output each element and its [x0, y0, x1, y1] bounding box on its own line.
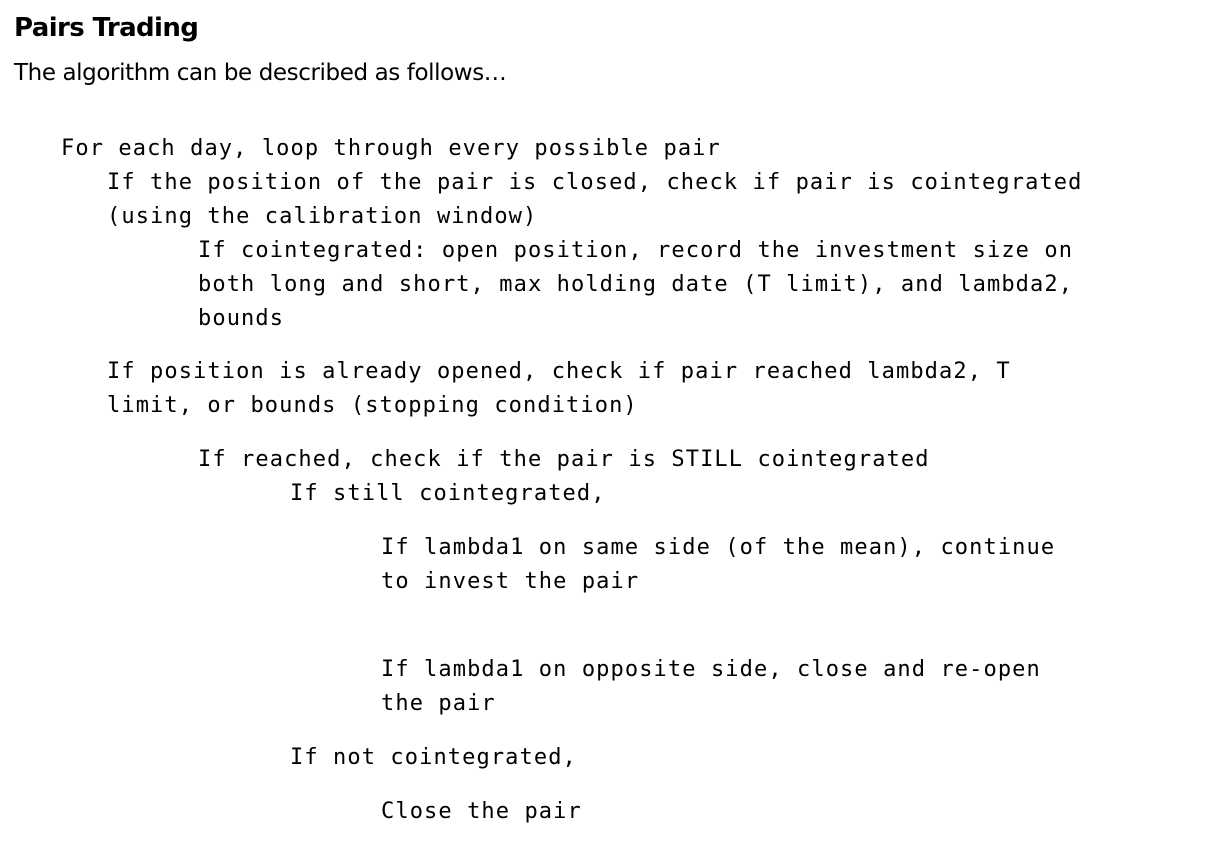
document-page: Pairs Trading The algorithm can be descr…	[0, 0, 1223, 852]
algorithm-line-not-cointegrated: If not cointegrated,	[290, 745, 577, 770]
algorithm-line-closed-check-cont: (using the calibration window)	[107, 204, 538, 229]
algorithm-line-opposite-side: If lambda1 on opposite side, close and r…	[381, 657, 1041, 682]
algorithm-line-open-position-end: bounds	[198, 306, 285, 331]
algorithm-line-opposite-side-cont: the pair	[381, 691, 496, 716]
algorithm-line-same-side-cont: to invest the pair	[381, 569, 640, 594]
page-title: Pairs Trading	[14, 13, 199, 43]
algorithm-line-loop: For each day, loop through every possibl…	[61, 136, 721, 161]
algorithm-line-open-position-cont: both long and short, max holding date (T…	[198, 272, 1074, 297]
algorithm-line-still-cointegrated: If still cointegrated,	[290, 481, 606, 506]
algorithm-line-opened-check-cont: limit, or bounds (stopping condition)	[107, 393, 638, 418]
intro-text: The algorithm can be described as follow…	[14, 60, 507, 86]
algorithm-line-close-pair: Close the pair	[381, 799, 582, 824]
algorithm-line-closed-check: If the position of the pair is closed, c…	[107, 170, 1083, 195]
algorithm-line-opened-check: If position is already opened, check if …	[107, 359, 1011, 384]
algorithm-line-open-position: If cointegrated: open position, record t…	[198, 238, 1074, 263]
algorithm-line-same-side: If lambda1 on same side (of the mean), c…	[381, 535, 1056, 560]
algorithm-line-reached: If reached, check if the pair is STILL c…	[198, 447, 930, 472]
